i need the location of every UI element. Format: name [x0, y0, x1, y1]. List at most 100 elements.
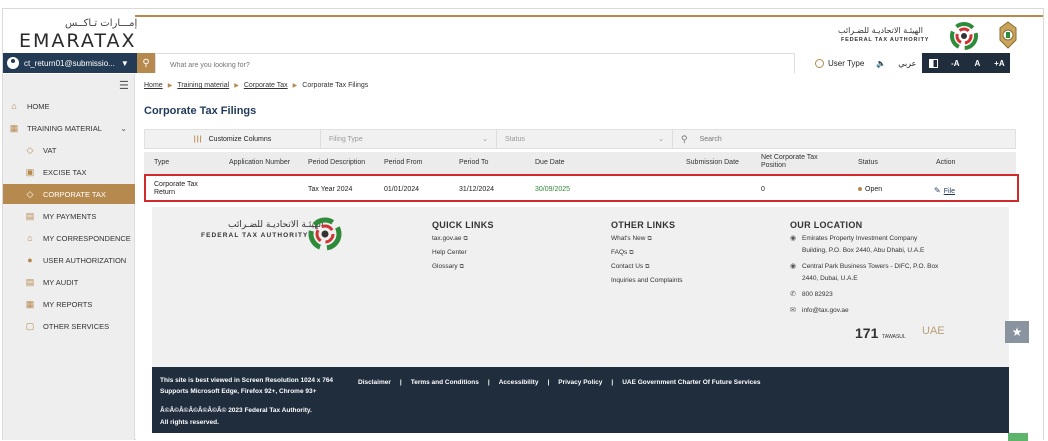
quick-link-glossary[interactable]: Glossary ⧉	[432, 263, 464, 271]
sidebar-item-training-material[interactable]: ▦ TRAINING MATERIAL ⌄	[3, 118, 135, 138]
accessibility-link[interactable]: Accessibility	[499, 379, 539, 386]
reports-icon: ▦	[25, 298, 35, 309]
privacy-policy-link[interactable]: Privacy Policy	[558, 379, 602, 386]
resolution-note-line1: This site is best viewed in Screen Resol…	[160, 377, 334, 384]
col-status[interactable]: Status	[858, 159, 878, 166]
sidebar-item-corporate-tax[interactable]: ◇ CORPORATE TAX	[3, 184, 135, 204]
col-application-number[interactable]: Application Number	[229, 159, 290, 166]
sidebar-item-user-authorization[interactable]: ● USER AUTHORIZATION	[3, 250, 135, 270]
other-link-label: What's New	[611, 235, 646, 242]
row-type-line1: Corporate Tax	[154, 181, 198, 188]
table-header: Type Application Number Period Descripti…	[144, 152, 1016, 174]
sidebar-item-other-services[interactable]: ▢ OTHER SERVICES	[3, 316, 135, 336]
location-dubai-line1: Central Park Business Towers - DIFC, P.O…	[802, 263, 939, 270]
user-auth-icon: ●	[27, 255, 33, 265]
sidebar-item-home[interactable]: ⌂ HOME	[3, 96, 135, 116]
row-net-corporate-tax: 0	[761, 186, 765, 193]
tawasul-171-logo[interactable]: 171 TAWASUL	[855, 325, 906, 341]
resolution-note: This site is best viewed in Screen Resol…	[160, 375, 333, 397]
col-due-date[interactable]: Due Date	[535, 159, 565, 166]
font-normal-button[interactable]: A	[966, 53, 989, 73]
col-period-to[interactable]: Period To	[459, 159, 488, 166]
emaratax-logo-arabic: إمـــارات تـاكــس	[65, 18, 138, 29]
page: إمـــارات تـاكــس EMARATAX الهيئـة الاتح…	[0, 0, 1048, 441]
font-decrease-button[interactable]: -A	[944, 53, 967, 73]
filing-type-select[interactable]: Filing Type ⌄	[321, 130, 497, 148]
row-period-from: 01/01/2024	[384, 186, 420, 193]
contrast-icon	[928, 58, 938, 68]
breadcrumb-arrow-icon: ▶	[167, 83, 173, 89]
col-type[interactable]: Type	[154, 159, 169, 166]
favorite-star-icon[interactable]: ★	[1005, 321, 1029, 343]
global-search-input[interactable]	[156, 56, 794, 75]
chevron-down-icon: ⌄	[482, 136, 488, 143]
hamburger-menu-icon[interactable]: ☰	[119, 79, 129, 92]
copyright: Â©Â©Â©Â©Â©Â©Â© 2023 Federal Tax Authorit…	[160, 405, 312, 429]
link-separator: |	[611, 379, 614, 386]
sidebar-item-my-payments[interactable]: ▤ MY PAYMENTS	[3, 206, 135, 226]
other-link-whats-new[interactable]: What's New ⧉	[611, 235, 652, 243]
sidebar-item-label: VAT	[43, 145, 57, 155]
location-abu-dhabi-line2: Building, P.O. Box 2440, Abu Dhabi, U.A.…	[802, 247, 925, 254]
sidebar-item-my-reports[interactable]: ▦ MY REPORTS	[3, 294, 135, 314]
government-charter-link[interactable]: UAE Government Charter Of Future Service…	[622, 379, 760, 386]
location-abu-dhabi: Emirates Property Investment Company Bui…	[802, 233, 924, 257]
sidebar-item-vat[interactable]: ◇ VAT	[3, 140, 135, 160]
chevron-down-icon: ⌄	[658, 136, 664, 143]
home-icon: ⌂	[11, 101, 17, 111]
quick-link-help-center[interactable]: Help Center	[432, 249, 467, 256]
row-due-date: 30/09/2025	[535, 186, 571, 193]
sidebar-item-label: OTHER SERVICES	[43, 321, 110, 331]
other-link-faqs[interactable]: FAQs ⧉	[611, 249, 634, 257]
col-action[interactable]: Action	[936, 159, 955, 166]
disclaimer-link[interactable]: Disclaimer	[358, 379, 391, 386]
status-select[interactable]: Status ⌄	[497, 130, 673, 148]
language-toggle[interactable]: عربي	[892, 59, 922, 68]
terms-link[interactable]: Terms and Conditions	[411, 379, 479, 386]
user-type-button[interactable]: User Type	[809, 58, 870, 68]
quick-link-label: tax.gov.ae	[432, 235, 462, 242]
sidebar-item-label: MY PAYMENTS	[43, 211, 97, 221]
global-search	[155, 53, 795, 75]
status-dot-icon	[858, 187, 862, 192]
page-title: Corporate Tax Filings	[144, 105, 257, 117]
speaker-icon[interactable]: 🔈	[870, 59, 892, 68]
file-action-label: File	[943, 188, 955, 195]
chat-widget-button[interactable]	[1008, 433, 1028, 441]
link-separator: |	[487, 379, 490, 386]
quick-link-tax-gov[interactable]: tax.gov.ae ⧉	[432, 235, 468, 243]
uae-emblem-icon	[999, 21, 1017, 49]
services-icon: ▢	[25, 320, 35, 331]
vat-icon: ◇	[26, 144, 34, 155]
font-increase-button[interactable]: +A	[988, 53, 1011, 73]
sidebar-item-my-audit[interactable]: ▤ MY AUDIT	[3, 272, 135, 292]
breadcrumb-home[interactable]: Home	[144, 82, 163, 89]
external-link-icon: ⧉	[647, 236, 652, 242]
breadcrumb-training[interactable]: Training material	[177, 82, 229, 89]
col-period-description[interactable]: Period Description	[308, 159, 365, 166]
sidebar-item-label: EXCISE TAX	[43, 167, 87, 177]
col-submission-date[interactable]: Submission Date	[686, 159, 739, 166]
breadcrumb-corporate-tax[interactable]: Corporate Tax	[244, 82, 288, 89]
search-icon[interactable]: ⚲	[137, 53, 155, 73]
emaratax-logo[interactable]: EMARATAX	[19, 30, 137, 52]
file-action-link[interactable]: ✎ File	[934, 186, 955, 195]
uae-brand-logo[interactable]: UAE	[922, 325, 945, 337]
user-email: ct_return01@submissio...	[24, 58, 115, 68]
table-search-input[interactable]: ⚲ Search	[673, 130, 1015, 148]
email-address[interactable]: info@tax.gov.ae	[802, 305, 849, 317]
other-link-contact-us[interactable]: Contact Us ⧉	[611, 263, 649, 271]
phone-number[interactable]: 800 82923	[802, 289, 833, 301]
chevron-down-icon: ⌄	[120, 123, 127, 133]
col-net-corporate-tax[interactable]: Net Corporate Tax Position	[761, 154, 818, 170]
customize-columns-button[interactable]: ||| Customize Columns	[145, 130, 321, 148]
sidebar-item-excise-tax[interactable]: ▣ EXCISE TAX	[3, 162, 135, 182]
other-link-inquiries[interactable]: Inquiries and Complaints	[611, 277, 683, 284]
grid-icon: ▦	[9, 122, 19, 133]
sidebar-item-label: MY REPORTS	[43, 299, 93, 309]
user-menu[interactable]: ct_return01@submissio... ▼	[3, 53, 137, 73]
sidebar-item-my-correspondence[interactable]: ⌂ MY CORRESPONDENCE	[3, 228, 135, 248]
col-period-from[interactable]: Period From	[384, 159, 423, 166]
row-period-description: Tax Year 2024	[308, 186, 353, 193]
contrast-button[interactable]	[922, 53, 945, 73]
